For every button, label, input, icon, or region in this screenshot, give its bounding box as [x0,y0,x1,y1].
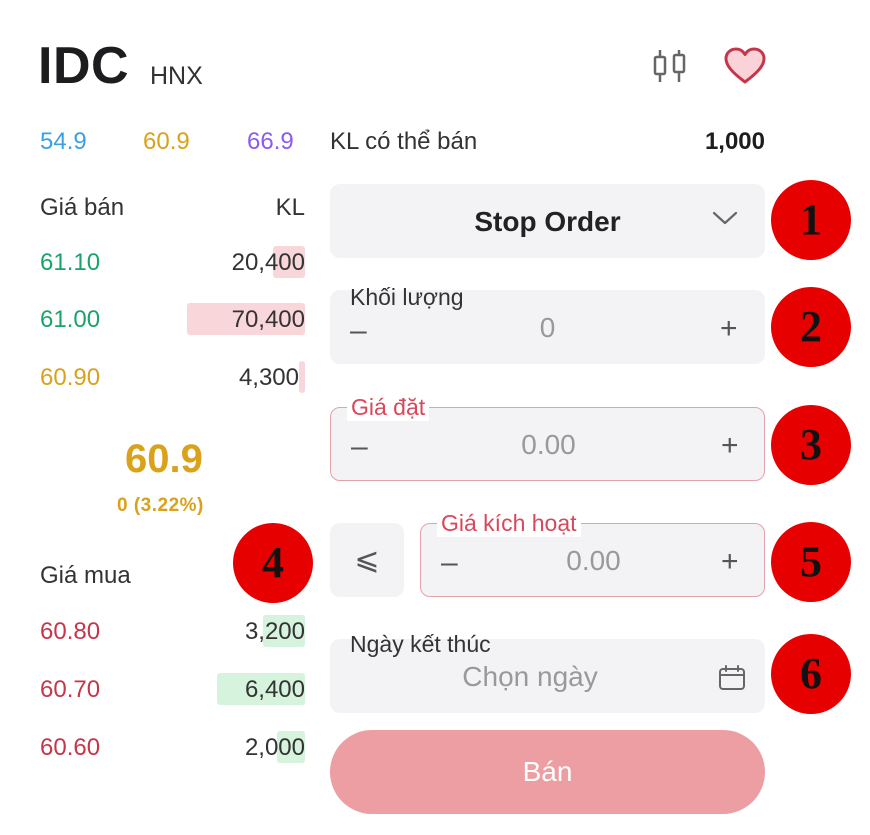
order-price-label: Giá đặt [347,394,430,421]
bid-price-header: Giá mua [40,562,131,589]
ask-volume-bar [299,361,305,393]
marker-2: 2 [771,287,851,367]
ask-row[interactable]: 60.90 4,300 [40,360,305,396]
trigger-price-decrease-button[interactable]: – [441,546,458,580]
quantity-increase-button[interactable]: + [720,312,738,346]
bid-volume: 3,200 [244,618,305,645]
bid-volume: 2,000 [244,734,305,761]
heart-icon[interactable] [723,46,767,86]
ask-row[interactable]: 61.10 20,400 [40,245,305,281]
ask-price: 61.00 [40,306,101,333]
bid-volume: 6,400 [244,676,305,703]
ceiling-price: 66.9 [247,128,294,155]
ask-price: 61.10 [40,249,101,276]
order-price-input[interactable]: 0.00 [481,429,616,461]
bid-price: 60.70 [40,676,101,703]
end-date-label: Ngày kết thúc [350,631,491,657]
trigger-price-increase-button[interactable]: + [721,545,739,579]
ask-price-header: Giá bán [40,194,125,221]
quantity-input[interactable]: 0 [480,312,615,344]
trigger-price-input[interactable]: 0.00 [526,545,661,577]
ask-price: 60.90 [40,364,101,391]
quantity-stepper[interactable]: Khối lượng – 0 + [330,284,765,364]
ask-volume-header: KL [275,194,305,221]
candlestick-chart-icon[interactable] [650,46,690,86]
ticker-symbol: IDC [38,37,130,95]
reference-price: 60.9 [143,128,190,155]
order-price-stepper[interactable]: Giá đặt – 0.00 + [330,394,765,481]
calendar-icon[interactable] [718,665,746,696]
ask-row[interactable]: 61.00 70,400 [40,302,305,338]
bid-row[interactable]: 60.70 6,400 [40,672,305,708]
sell-button[interactable]: Bán [330,730,765,814]
floor-price: 54.9 [40,128,87,155]
order-price-decrease-button[interactable]: – [351,430,368,464]
bid-price: 60.60 [40,734,101,761]
bid-row[interactable]: 60.80 3,200 [40,614,305,650]
ask-volume: 70,400 [231,306,305,333]
exchange-label: HNX [150,62,203,90]
bid-row[interactable]: 60.60 2,000 [40,730,305,766]
quantity-decrease-button[interactable]: – [350,314,367,348]
marker-6: 6 [771,634,851,714]
order-type-value: Stop Order [474,206,621,237]
ask-volume: 4,300 [238,364,299,391]
quantity-label: Khối lượng [350,284,464,310]
marker-1: 1 [771,180,851,260]
sellable-quantity-value: 1,000 [704,128,765,155]
marker-5: 5 [771,522,851,602]
trigger-price-stepper[interactable]: Giá kích hoạt – 0.00 + [420,510,765,597]
end-date-input[interactable]: Chọn ngày [440,661,620,693]
order-type-select[interactable]: Stop Order [330,184,765,258]
trigger-price-label: Giá kích hoạt [437,510,581,537]
end-date-field[interactable]: Ngày kết thúc Chọn ngày [330,631,765,713]
price-change: 0 (3.22%) [117,495,204,516]
bid-price: 60.80 [40,618,101,645]
order-price-increase-button[interactable]: + [721,429,739,463]
ask-volume: 20,400 [231,249,305,276]
marker-4: 4 [233,523,313,603]
marker-3: 3 [771,405,851,485]
last-price: 60.9 [125,437,203,481]
condition-operator-button[interactable]: ⩽ [330,523,404,597]
sellable-quantity-label: KL có thể bán [330,128,478,155]
chevron-down-icon [712,210,738,231]
